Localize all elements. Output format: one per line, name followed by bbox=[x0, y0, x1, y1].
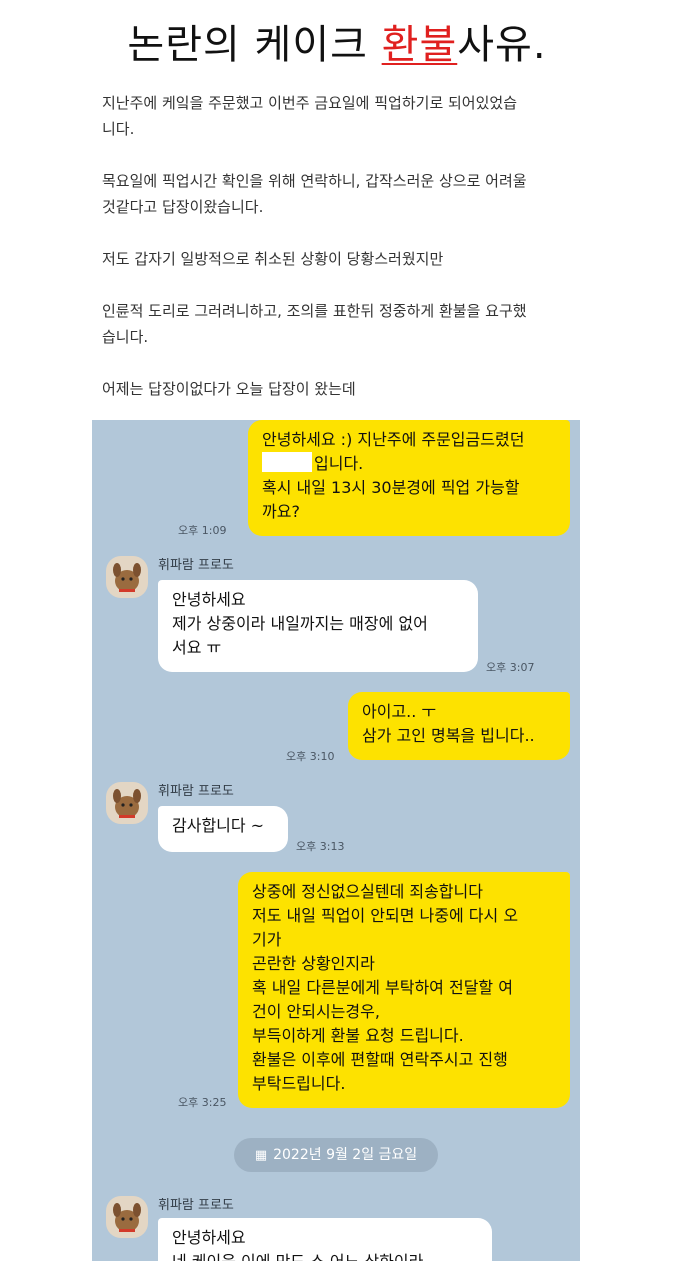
dog-avatar-icon bbox=[106, 782, 148, 824]
post-paragraph: 저도 갑자기 일방적으로 취소된 상황이 당황스러웠지만 bbox=[102, 250, 444, 268]
headline-highlight: 환불 bbox=[381, 22, 458, 68]
message-time: 오후 3:25 bbox=[178, 1096, 227, 1109]
post-paragraph: 지난주에 케잌을 주문했고 이번주 금요일에 픽업하기로 되어있었습 니다. bbox=[102, 94, 518, 138]
post-paragraph: 목요일에 픽업시간 확인을 위해 연락하니, 갑작스러운 상으로 어려울 것같다… bbox=[102, 172, 527, 216]
message-time: 오후 3:13 bbox=[296, 840, 345, 853]
their-message-bubble: 안녕하세요 네 케이읏 이에 만드 스 어느 상화이라 bbox=[158, 1218, 492, 1261]
message-time: 오후 3:10 bbox=[286, 750, 335, 763]
their-message-bubble: 감사합니다 ~ bbox=[158, 806, 288, 852]
message-text: 안녕하세요 :) 지난주에 주문입금드렸던 bbox=[262, 430, 525, 449]
sender-name: 휘파람 프로도 bbox=[158, 1198, 234, 1213]
my-message-bubble: 아이고.. ㅜ 삼가 고인 명복을 빕니다.. bbox=[348, 692, 570, 760]
post-body: 지난주에 케잌을 주문했고 이번주 금요일에 픽업하기로 되어있었습 니다. 목… bbox=[92, 84, 580, 420]
headline-before: 논란의 케이크 bbox=[127, 22, 382, 68]
their-message-bubble: 안녕하세요 제가 상중이라 내일까지는 매장에 없어 서요 ㅠ bbox=[158, 580, 478, 672]
dog-avatar-icon bbox=[106, 1196, 148, 1238]
redacted-name bbox=[262, 452, 312, 472]
message-time: 오후 3:07 bbox=[486, 661, 535, 674]
date-divider: ▦ 2022년 9월 2일 금요일 bbox=[234, 1138, 438, 1172]
date-divider-label: 2022년 9월 2일 금요일 bbox=[273, 1147, 418, 1163]
headline-title: 논란의 케이크 환불사유. bbox=[0, 14, 674, 76]
dog-avatar-icon bbox=[106, 556, 148, 598]
message-time: 오후 1:09 bbox=[178, 524, 227, 537]
calendar-icon: ▦ bbox=[254, 1148, 268, 1163]
post-paragraph: 어제는 답장이없다가 오늘 답장이 왔는데 bbox=[102, 380, 356, 398]
sender-name: 휘파람 프로도 bbox=[158, 558, 234, 573]
chat-screenshot: 안녕하세요 :) 지난주에 주문입금드렸던 입니다. 혹시 내일 13시 30분… bbox=[92, 420, 580, 1261]
my-message-bubble: 상중에 정신없으실텐데 죄송합니다 저도 내일 픽업이 안되면 나중에 다시 오… bbox=[238, 872, 570, 1108]
post-paragraph: 인륜적 도리로 그러려니하고, 조의를 표한뒤 정중하게 환불을 요구했 습니다… bbox=[102, 302, 527, 346]
sender-name: 휘파람 프로도 bbox=[158, 784, 234, 799]
my-message-bubble: 안녕하세요 :) 지난주에 주문입금드렸던 입니다. 혹시 내일 13시 30분… bbox=[248, 420, 570, 536]
headline-after: 사유. bbox=[457, 22, 547, 68]
